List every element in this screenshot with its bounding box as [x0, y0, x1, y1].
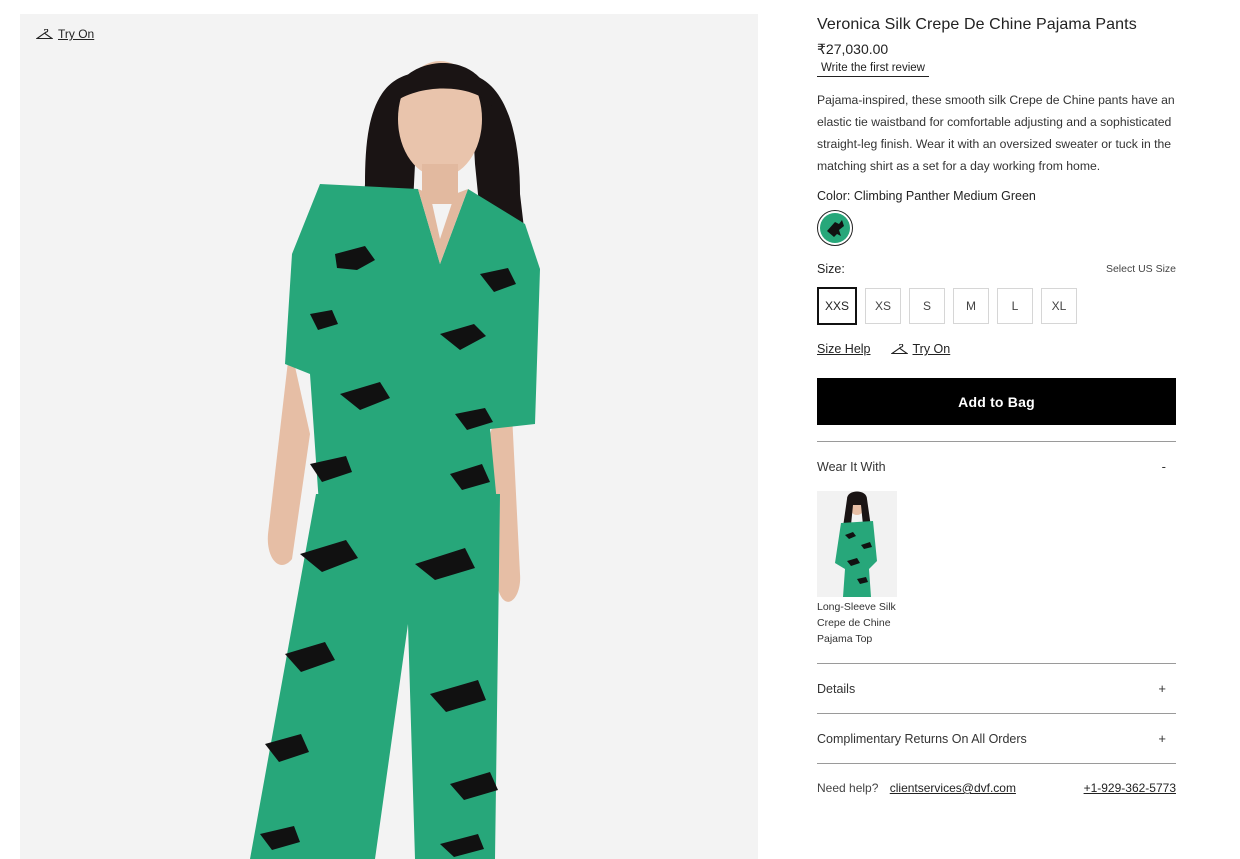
model-photo [20, 14, 758, 859]
size-option-xxs[interactable]: XXS [817, 287, 857, 325]
size-option-xs[interactable]: XS [865, 288, 901, 324]
product-info-panel: Veronica Silk Crepe De Chine Pajama Pant… [817, 14, 1176, 795]
collapse-icon: - [1161, 459, 1166, 474]
product-description: Pajama-inspired, these smooth silk Crepe… [817, 93, 1175, 173]
product-price: ₹27,030.00 [817, 41, 889, 57]
try-on-image-link[interactable]: Try On [36, 27, 94, 41]
color-label: Color: [817, 189, 851, 203]
add-to-bag-button[interactable]: Add to Bag [817, 378, 1176, 425]
try-on-label: Try On [58, 27, 95, 41]
size-option-l[interactable]: L [997, 288, 1033, 324]
expand-icon: + [1158, 681, 1166, 696]
returns-accordion[interactable]: Complimentary Returns On All Orders + [817, 713, 1176, 763]
size-help-link[interactable]: Size Help [817, 342, 871, 356]
details-label: Details [817, 681, 856, 696]
size-help-row: Size Help Try On [817, 342, 1176, 356]
try-on-label: Try On [912, 342, 951, 356]
help-email-link[interactable]: clientservices@dvf.com [890, 781, 1016, 795]
color-selection: Color: Climbing Panther Medium Green [817, 189, 1176, 203]
try-on-link[interactable]: Try On [890, 342, 951, 356]
wear-it-with-item[interactable]: Long-Sleeve Silk Crepe de Chine Pajama T… [817, 491, 897, 647]
need-help-label: Need help? [817, 781, 879, 795]
product-title: Veronica Silk Crepe De Chine Pajama Pant… [817, 16, 1137, 33]
details-accordion[interactable]: Details + [817, 663, 1176, 713]
size-option-m[interactable]: M [953, 288, 989, 324]
write-review-link[interactable]: Write the first review [817, 62, 929, 77]
size-label: Size: [817, 262, 845, 276]
wear-it-with-header[interactable]: Wear It With - [817, 441, 1176, 491]
size-option-xl[interactable]: XL [1041, 288, 1077, 324]
color-swatch-climbing-panther[interactable] [817, 210, 853, 246]
help-contact-row: Need help? clientservices@dvf.com +1-929… [817, 763, 1176, 795]
size-header: Size: Select US Size [817, 262, 1176, 276]
size-options: XXS XS S M L XL [817, 287, 1176, 325]
returns-label: Complimentary Returns On All Orders [817, 731, 1027, 746]
size-option-s[interactable]: S [909, 288, 945, 324]
hanger-icon [890, 343, 908, 354]
product-image[interactable]: Try On [20, 14, 758, 859]
expand-icon: + [1158, 731, 1166, 746]
help-email-group: Need help? clientservices@dvf.com [817, 781, 1016, 795]
wear-item-thumbnail [817, 491, 897, 597]
hanger-icon [36, 28, 53, 39]
panther-swatch-icon [820, 213, 850, 243]
color-value: Climbing Panther Medium Green [853, 189, 1036, 203]
wear-it-with-label: Wear It With [817, 459, 886, 474]
select-us-size-link[interactable]: Select US Size [1106, 263, 1176, 275]
wear-item-name: Long-Sleeve Silk Crepe de Chine Pajama T… [817, 601, 896, 645]
help-phone-link[interactable]: +1-929-362-5773 [1084, 781, 1176, 795]
